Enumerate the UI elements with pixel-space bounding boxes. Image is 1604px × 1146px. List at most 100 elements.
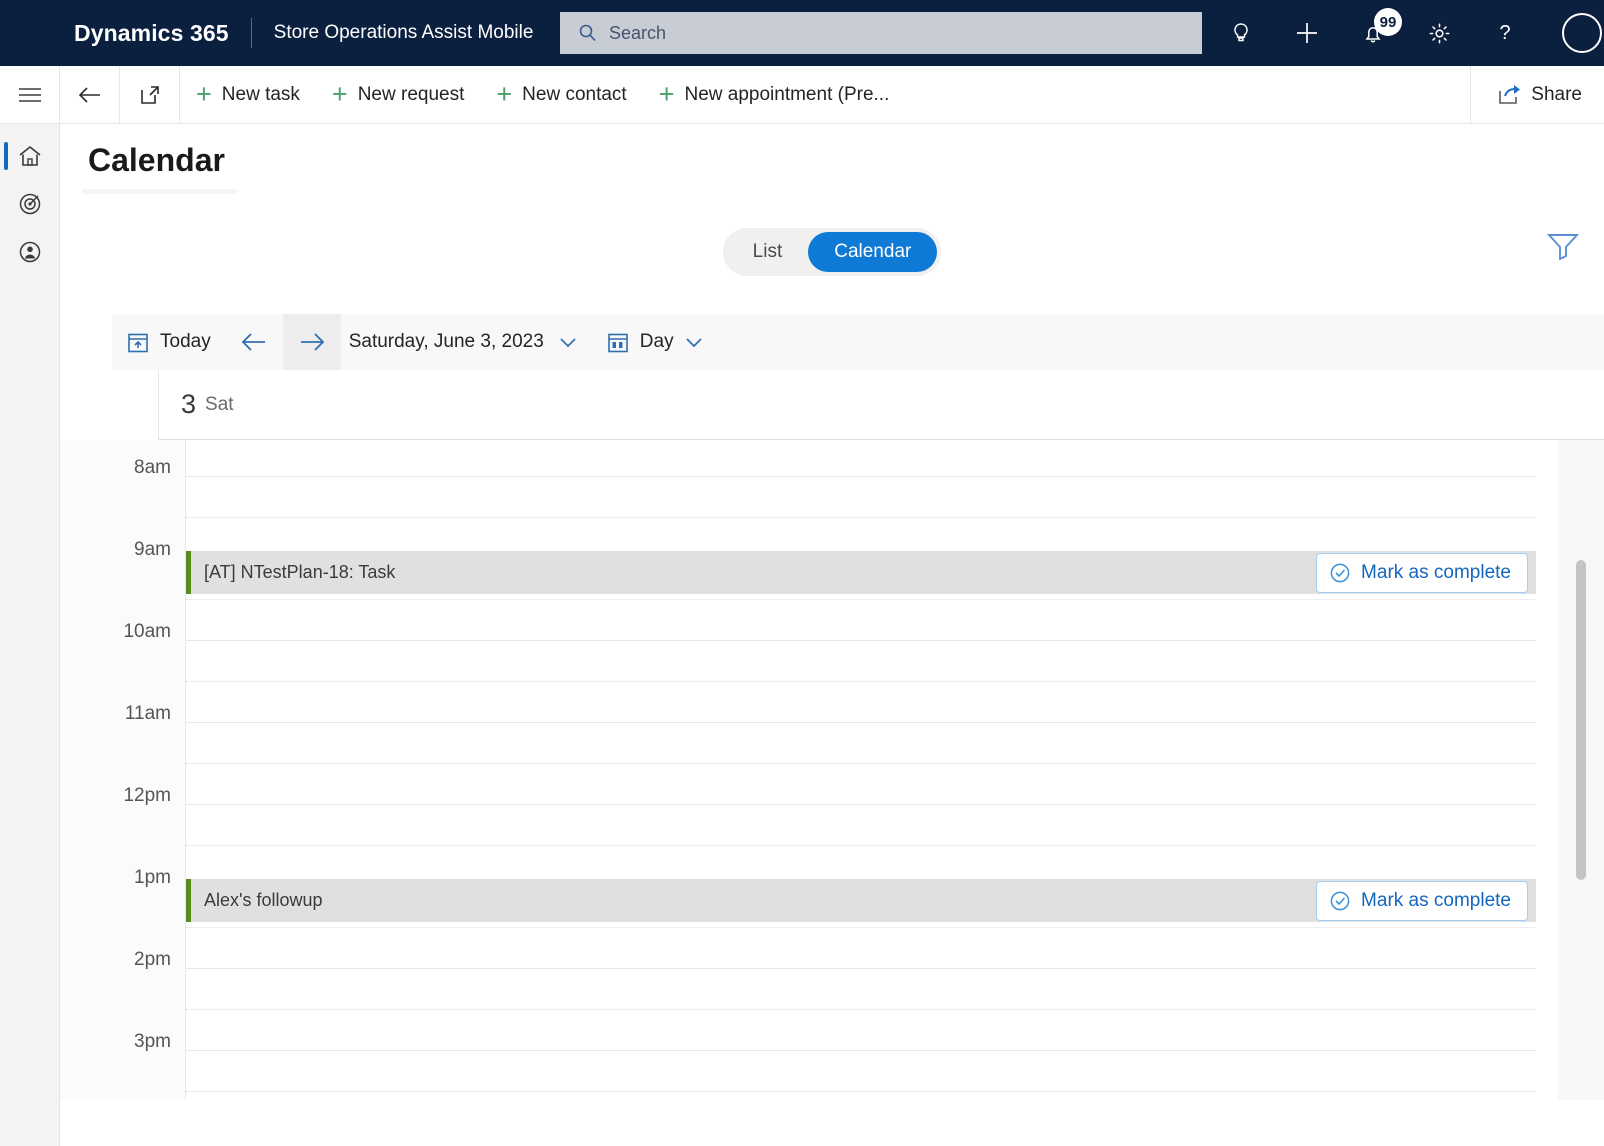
half-hour-gridline [186,517,1536,518]
new-appointment-button[interactable]: + New appointment (Pre... [643,66,906,124]
hour-gridline [186,722,1536,723]
target-icon [19,193,40,215]
nav-icon-group: 99 ? [1208,0,1604,66]
popout-icon[interactable] [120,65,180,124]
lightbulb-icon[interactable] [1208,0,1274,66]
plus-icon: + [196,79,212,109]
mark-as-complete-label: Mark as complete [1361,889,1511,911]
person-icon [19,241,40,263]
previous-day-button[interactable] [225,314,283,370]
app-name-label: Store Operations Assist Mobile [273,22,534,43]
hour-gridline [186,968,1536,969]
sidebar-item-home[interactable] [0,132,59,180]
home-icon [19,145,40,166]
plus-icon: + [496,79,513,109]
gear-icon[interactable] [1406,0,1472,66]
toggle-list-button[interactable]: List [727,232,809,272]
calendar-grid: 8am 9am 10am 11am 12pm 1pm 2pm 3pm [AT] NTestPl… [60,440,1604,1100]
time-axis-column: 8am 9am 10am 11am 12pm 1pm 2pm 3pm [60,440,185,1100]
calendar-event[interactable]: [AT] NTestPlan-18: Task Mark as complete [186,551,1536,594]
plus-icon: + [658,79,675,109]
mark-as-complete-button[interactable]: Mark as complete [1316,880,1528,921]
filter-icon [1546,234,1580,261]
notification-badge: 99 [1374,8,1402,36]
plus-icon[interactable] [1274,0,1340,66]
body-wrapper: Calendar List Calendar Today Saturday, J… [0,124,1604,1146]
calendar-today-icon [128,333,148,353]
filter-button[interactable] [1546,230,1580,265]
hour-gridline [186,476,1536,477]
event-title: Alex's followup [204,890,323,910]
calendar-toolbar: Today Saturday, June 3, 2023 Day [112,314,1604,370]
new-task-button[interactable]: + New task [180,66,316,124]
event-title: [AT] NTestPlan-18: Task [204,562,396,582]
current-date-label: Saturday, June 3, 2023 [348,331,544,352]
half-hour-gridline [186,845,1536,846]
left-sidebar [0,124,60,1146]
calendar-event[interactable]: Alex's followup Mark as complete [186,879,1536,922]
main-content: Calendar List Calendar Today Saturday, J… [60,124,1604,1146]
bell-icon[interactable]: 99 [1340,0,1406,66]
check-circle-icon [1330,891,1350,910]
hour-gridline [186,640,1536,641]
hamburger-menu-icon[interactable] [0,65,60,124]
half-hour-gridline [186,681,1536,682]
view-toggle-row: List Calendar [60,228,1604,276]
search-icon [579,24,596,42]
sidebar-item-contact[interactable] [0,228,59,276]
top-navigation-bar: Dynamics 365 Store Operations Assist Mob… [0,0,1604,66]
calendar-view-icon [607,333,628,353]
half-hour-gridline [186,763,1536,764]
view-mode-button[interactable]: Day [592,314,718,370]
arrow-right-icon [300,333,324,351]
today-button[interactable]: Today [112,314,225,370]
arrow-left-icon [241,333,265,351]
scrollbar-thumb[interactable] [1576,560,1586,880]
back-arrow-icon[interactable] [60,65,120,124]
today-label: Today [160,331,211,352]
help-icon[interactable]: ? [1472,0,1538,66]
half-hour-gridline [186,1009,1536,1010]
day-slot-column[interactable]: [AT] NTestPlan-18: Task Mark as complete A… [185,440,1536,1100]
next-day-button[interactable] [282,314,341,370]
time-label: 3pm [134,1031,171,1052]
new-contact-button[interactable]: + New contact [480,66,642,124]
title-underline [82,189,237,194]
day-number: 3 [181,389,197,419]
hour-gridline [186,1050,1536,1051]
search-input[interactable]: Search [560,12,1202,54]
avatar[interactable] [1538,0,1604,66]
plus-icon: + [331,79,348,109]
time-label: 2pm [134,949,171,970]
chevron-down-icon [685,338,702,348]
date-picker-button[interactable]: Saturday, June 3, 2023 [341,314,592,370]
time-label: 10am [123,621,171,642]
view-toggle-group: List Calendar [722,228,942,276]
mark-as-complete-button[interactable]: Mark as complete [1316,552,1528,593]
half-hour-gridline [186,1091,1536,1092]
toggle-calendar-button[interactable]: Calendar [808,232,938,272]
share-button[interactable]: Share [1470,66,1604,124]
time-label: 9am [134,539,171,560]
new-request-button[interactable]: + New request [316,66,480,124]
svg-text:?: ? [1499,22,1510,44]
hour-gridline [186,804,1536,805]
new-contact-label: New contact [522,83,627,105]
half-hour-gridline [186,599,1536,600]
day-header: 3 Sat [158,370,1604,440]
brand-title: Dynamics 365 [74,19,229,46]
new-appointment-label: New appointment (Pre... [684,83,890,105]
new-task-label: New task [221,83,300,105]
half-hour-gridline [186,927,1536,928]
share-label: Share [1531,84,1582,105]
time-label: 12pm [123,785,171,806]
chevron-down-icon [560,338,576,348]
new-request-label: New request [357,83,465,105]
sidebar-item-goal[interactable] [0,180,59,228]
share-icon [1499,85,1521,104]
page-title: Calendar [88,142,225,178]
mark-as-complete-label: Mark as complete [1361,561,1511,583]
day-of-week: Sat [205,393,234,415]
view-mode-label: Day [639,331,674,352]
brand-divider [250,18,252,48]
